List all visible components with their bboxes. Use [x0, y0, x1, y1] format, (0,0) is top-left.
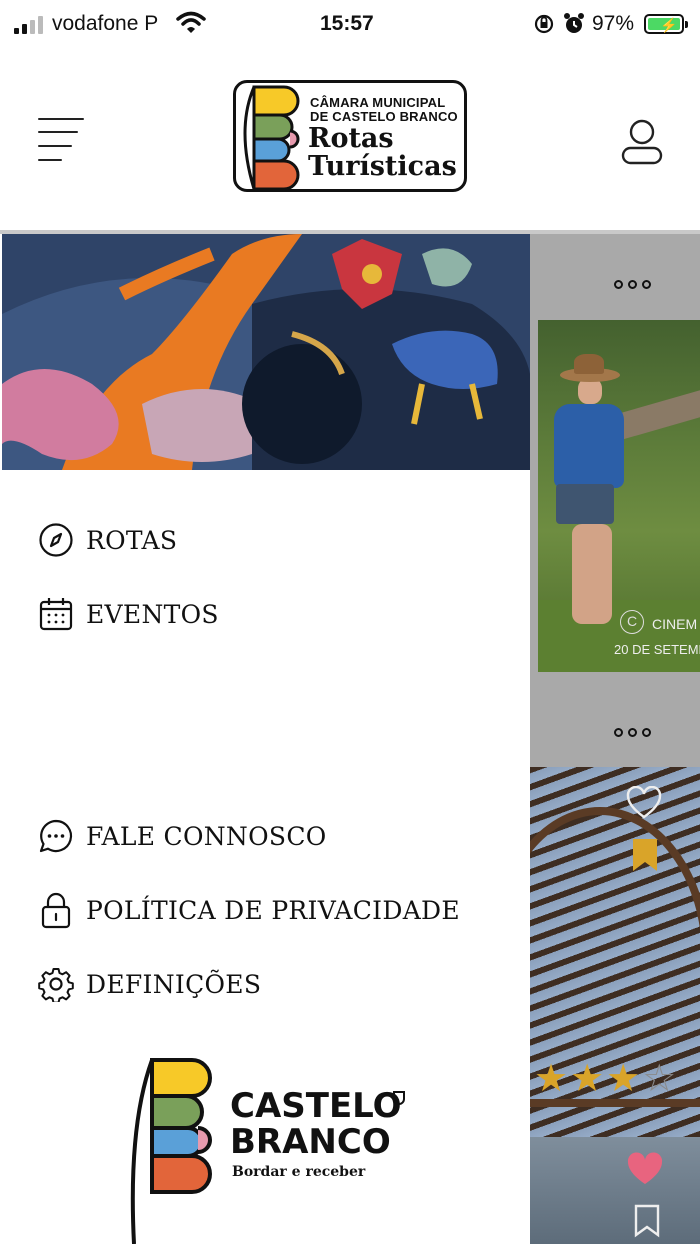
orientation-lock-icon [534, 14, 554, 34]
calendar-icon [39, 598, 73, 631]
card-more-icon[interactable] [614, 278, 654, 292]
navigation-drawer: ROTAS EVENTOS FALE CONNOSCO POLÍTICA DE … [0, 234, 530, 1244]
carrier-name: vodafone P [52, 12, 159, 35]
footer-logo-tagline: Bordar e receber [232, 1164, 366, 1180]
battery-charging-icon: ⚡ [644, 14, 688, 34]
nav-item-label: ROTAS [86, 525, 178, 555]
battery-percent: 97% [592, 12, 635, 35]
nav-item-label: FALE CONNOSCO [86, 821, 327, 851]
heart-outline-icon[interactable] [626, 786, 662, 820]
rating-stars: ★ ★ ★ ☆ [534, 1060, 676, 1098]
alarm-icon [564, 13, 584, 33]
card-more-icon[interactable] [614, 726, 654, 740]
star-icon: ☆ [642, 1058, 677, 1100]
user-icon[interactable] [620, 118, 664, 166]
app-header: CÂMARA MUNICIPAL DE CASTELO BRANCO Rotas… [0, 52, 700, 230]
footer-logo-title2: BRANCO [230, 1122, 391, 1162]
lock-icon [41, 892, 71, 929]
logo-title2: Turísticas [308, 151, 457, 182]
status-bar: vodafone P 15:57 97% ⚡ [0, 0, 700, 52]
nav-item-definicoes[interactable]: DEFINIÇÕES [38, 964, 261, 1004]
photo-date: 20 DE SETEMB [614, 642, 700, 657]
nav-item-fale-connosco[interactable]: FALE CONNOSCO [38, 816, 327, 856]
copyright-icon: C [620, 610, 644, 634]
signal-icon [14, 14, 43, 34]
photo-caption: CINEM [652, 616, 698, 632]
compass-icon [39, 523, 73, 557]
bookmark-outline-icon[interactable] [634, 1204, 660, 1238]
logo-mark-icon [130, 1058, 212, 1244]
logo-line2: DE CASTELO BRANCO [310, 109, 458, 124]
route-photo[interactable] [530, 1137, 700, 1244]
logo-mark-icon [243, 85, 300, 191]
nav-item-politica-privacidade[interactable]: POLÍTICA DE PRIVACIDADE [38, 890, 460, 930]
logo-title1: Rotas [308, 123, 394, 154]
heart-filled-icon[interactable] [626, 1152, 664, 1186]
shield-icon [393, 1091, 405, 1105]
castelo-branco-logo: CASTELO BRANCO Bordar e receber [128, 1056, 418, 1244]
footer-logo-title1: CASTELO [230, 1086, 402, 1126]
status-time: 15:57 [320, 12, 374, 35]
nav-item-label: DEFINIÇÕES [86, 969, 262, 999]
nav-item-label: EVENTOS [86, 599, 219, 629]
logo-line1: CÂMARA MUNICIPAL [310, 95, 446, 110]
chat-icon [39, 819, 73, 853]
nav-item-eventos[interactable]: EVENTOS [38, 594, 219, 634]
nav-item-rotas[interactable]: ROTAS [38, 520, 177, 560]
wifi-icon [176, 11, 206, 33]
background-overlay[interactable]: C CINEM 20 DE SETEMB ★ ★ ★ ☆ [530, 234, 700, 1244]
gear-icon [38, 968, 74, 1002]
menu-icon[interactable] [38, 118, 86, 168]
rotas-turisticas-logo[interactable]: CÂMARA MUNICIPAL DE CASTELO BRANCO Rotas… [233, 80, 467, 192]
drawer-hero-image [2, 234, 530, 470]
star-icon: ★ [534, 1058, 569, 1100]
bookmark-filled-icon[interactable] [632, 838, 658, 872]
star-icon: ★ [606, 1058, 641, 1100]
event-photo[interactable]: C CINEM 20 DE SETEMB [538, 320, 700, 672]
star-icon: ★ [570, 1058, 605, 1100]
nav-item-label: POLÍTICA DE PRIVACIDADE [86, 895, 460, 925]
